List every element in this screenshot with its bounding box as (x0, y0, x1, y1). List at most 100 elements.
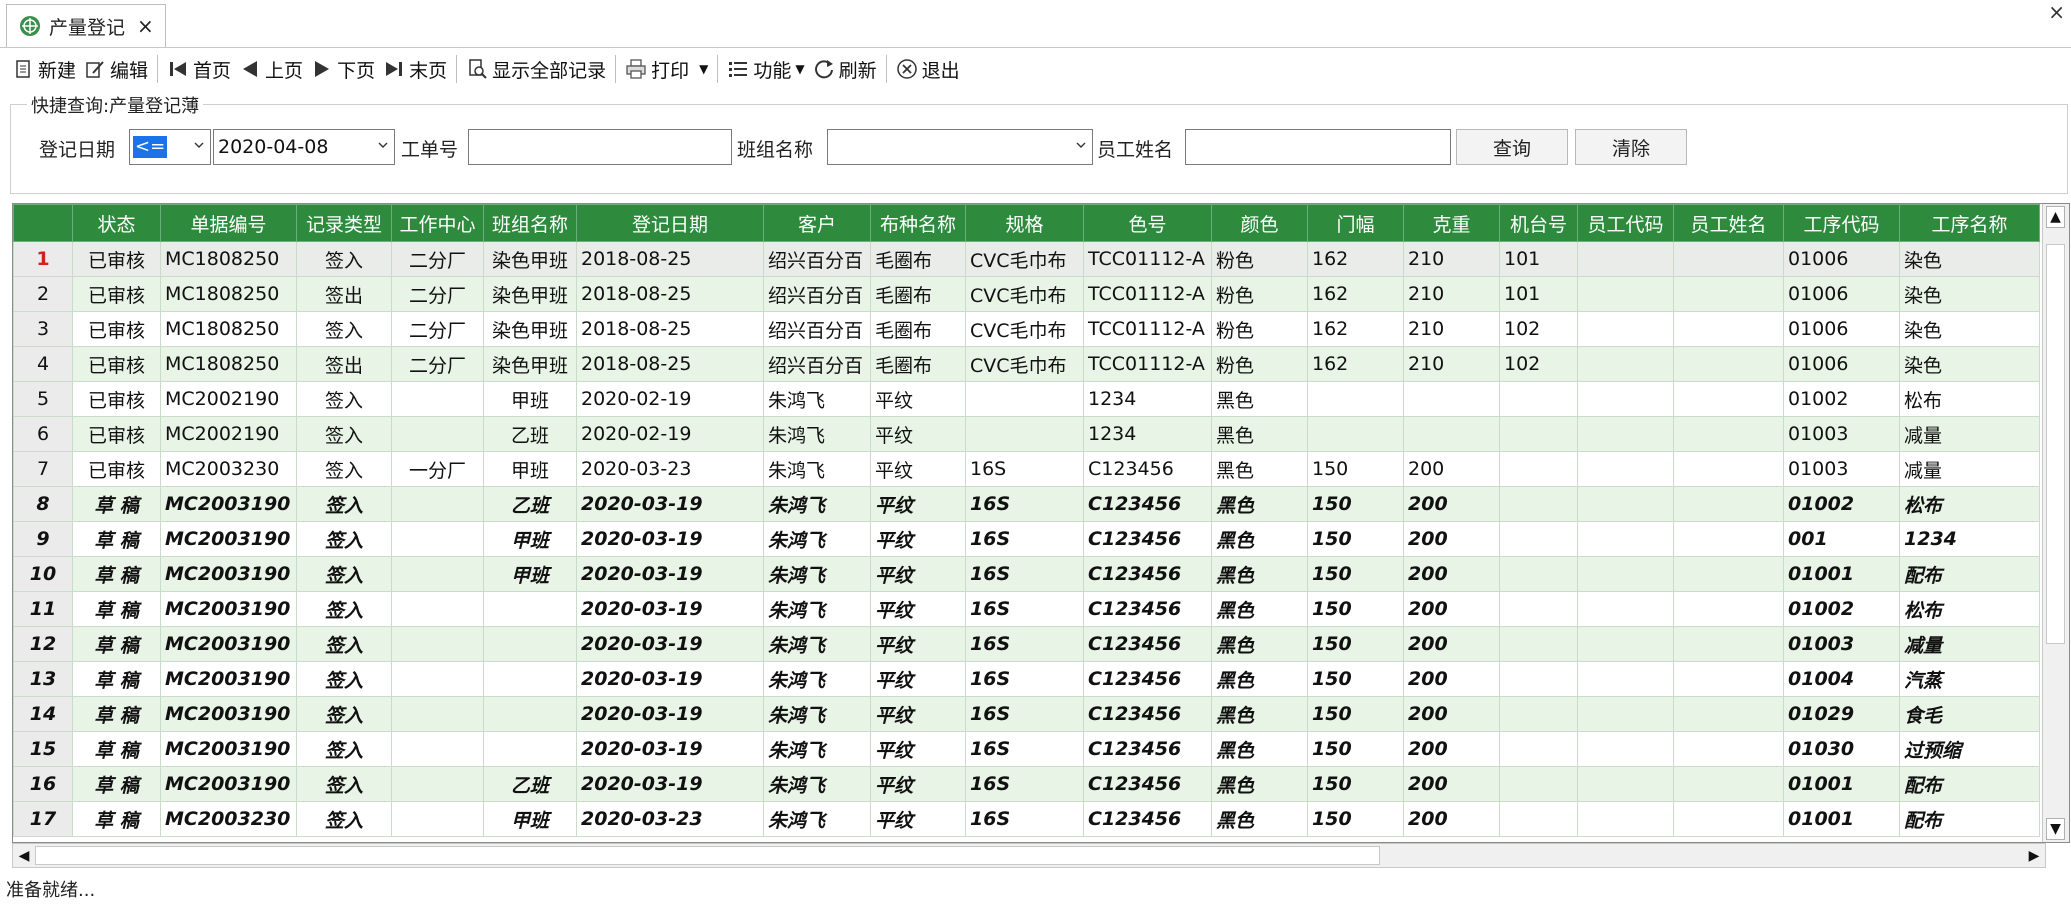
cell-proc-name[interactable]: 松布 (1899, 486, 2040, 522)
cell-fabric[interactable]: 毛圈布 (870, 241, 966, 277)
cell-weight[interactable]: 200 (1403, 451, 1500, 487)
cell-team[interactable]: 染色甲班 (483, 241, 577, 277)
cell-status[interactable]: 草 稿 (72, 801, 161, 837)
cell-weight[interactable]: 210 (1403, 241, 1500, 277)
cell-team[interactable] (483, 626, 577, 662)
cell-color-no[interactable]: C123456 (1083, 486, 1212, 522)
cell-emp-code[interactable] (1577, 766, 1674, 802)
cell-proc-code[interactable]: 01006 (1783, 311, 1900, 347)
cell-no[interactable]: MC1808250 (160, 311, 297, 347)
cell-color-no[interactable]: C123456 (1083, 556, 1212, 592)
tab-close-icon[interactable]: × (137, 14, 154, 38)
cell-date[interactable]: 2020-03-19 (576, 696, 764, 732)
cell-emp-name[interactable] (1673, 381, 1784, 417)
column-header[interactable]: 客户 (763, 204, 871, 242)
cell-center[interactable]: 二分厂 (391, 346, 484, 382)
cell-type[interactable]: 签出 (296, 276, 392, 312)
cell-team[interactable]: 乙班 (483, 486, 577, 522)
cell-proc-name[interactable]: 染色 (1899, 311, 2040, 347)
table-row[interactable]: 12 草 稿 MC2003190 签入 2020-03-19 朱鸿飞 平纹 16S C12345… (13, 626, 2040, 662)
cell-no[interactable]: MC1808250 (160, 241, 297, 277)
cell-width[interactable]: 150 (1307, 626, 1404, 662)
cell-color[interactable]: 黑色 (1211, 626, 1308, 662)
cell-status[interactable]: 草 稿 (72, 486, 161, 522)
cell-customer[interactable]: 朱鸿飞 (763, 626, 871, 662)
cell-emp-name[interactable] (1673, 311, 1784, 347)
cell-fabric[interactable]: 平纹 (870, 766, 966, 802)
cell-no[interactable]: MC2003190 (160, 486, 297, 522)
column-header[interactable]: 状态 (72, 204, 161, 242)
cell-team[interactable]: 染色甲班 (483, 276, 577, 312)
table-row[interactable]: 5 已审核 MC2002190 签入 甲班 2020-02-19 朱鸿飞 平纹 1234 黑色 01… (13, 381, 2040, 417)
cell-fabric[interactable]: 平纹 (870, 731, 966, 767)
cell-date[interactable]: 2020-03-19 (576, 556, 764, 592)
cell-center[interactable] (391, 416, 484, 452)
row-number[interactable]: 13 (13, 661, 73, 697)
cell-color[interactable]: 黑色 (1211, 556, 1308, 592)
cell-color-no[interactable]: C123456 (1083, 731, 1212, 767)
cell-proc-code[interactable]: 01004 (1783, 661, 1900, 697)
cell-customer[interactable]: 绍兴百分百 (763, 241, 871, 277)
cell-color-no[interactable]: C123456 (1083, 661, 1212, 697)
column-header[interactable]: 门幅 (1307, 204, 1404, 242)
cell-proc-code[interactable]: 01001 (1783, 766, 1900, 802)
cell-weight[interactable]: 200 (1403, 486, 1500, 522)
cell-team[interactable] (483, 591, 577, 627)
row-number[interactable]: 12 (13, 626, 73, 662)
table-row[interactable]: 16 草 稿 MC2003190 签入 乙班 2020-03-19 朱鸿飞 平纹 16S C123… (13, 766, 2040, 802)
cell-machine[interactable] (1499, 766, 1578, 802)
vertical-scrollbar[interactable]: ▲ ▼ (2042, 204, 2069, 842)
column-header[interactable]: 色号 (1083, 204, 1212, 242)
cell-proc-code[interactable]: 01003 (1783, 451, 1900, 487)
cell-center[interactable] (391, 626, 484, 662)
cell-color[interactable]: 黑色 (1211, 696, 1308, 732)
cell-status[interactable]: 草 稿 (72, 661, 161, 697)
cell-machine[interactable] (1499, 696, 1578, 732)
cell-status[interactable]: 草 稿 (72, 696, 161, 732)
cell-emp-name[interactable] (1673, 416, 1784, 452)
cell-spec[interactable]: CVC毛巾布 (965, 276, 1084, 312)
cell-emp-name[interactable] (1673, 731, 1784, 767)
cell-width[interactable] (1307, 381, 1404, 417)
column-header[interactable]: 工序代码 (1783, 204, 1900, 242)
first-page-button[interactable]: 首页 (163, 51, 235, 87)
cell-spec[interactable]: CVC毛巾布 (965, 346, 1084, 382)
cell-width[interactable]: 162 (1307, 311, 1404, 347)
cell-weight[interactable]: 200 (1403, 626, 1500, 662)
tab-production-register[interactable]: 产量登记 × (6, 4, 166, 47)
cell-proc-code[interactable]: 01002 (1783, 381, 1900, 417)
cell-weight[interactable]: 200 (1403, 731, 1500, 767)
cell-status[interactable]: 已审核 (72, 241, 161, 277)
cell-customer[interactable]: 朱鸿飞 (763, 801, 871, 837)
cell-emp-code[interactable] (1577, 346, 1674, 382)
cell-emp-name[interactable] (1673, 241, 1784, 277)
cell-weight[interactable]: 200 (1403, 521, 1500, 557)
cell-proc-code[interactable]: 01006 (1783, 241, 1900, 277)
cell-status[interactable]: 已审核 (72, 311, 161, 347)
cell-width[interactable] (1307, 416, 1404, 452)
cell-type[interactable]: 签入 (296, 521, 392, 557)
column-header[interactable]: 登记日期 (576, 204, 764, 242)
cell-fabric[interactable]: 平纹 (870, 661, 966, 697)
function-dropdown-icon[interactable]: ▼ (795, 62, 804, 76)
cell-spec[interactable]: 16S (965, 696, 1084, 732)
clear-button[interactable]: 清除 (1575, 129, 1687, 165)
cell-fabric[interactable]: 平纹 (870, 416, 966, 452)
scroll-down-icon[interactable]: ▼ (2046, 818, 2065, 840)
cell-machine[interactable] (1499, 626, 1578, 662)
scroll-up-icon[interactable]: ▲ (2046, 206, 2065, 228)
cell-type[interactable]: 签入 (296, 591, 392, 627)
work-order-input[interactable] (468, 129, 732, 165)
cell-emp-name[interactable] (1673, 346, 1784, 382)
cell-spec[interactable]: 16S (965, 801, 1084, 837)
table-row[interactable]: 6 已审核 MC2002190 签入 乙班 2020-02-19 朱鸿飞 平纹 1234 黑色 01… (13, 416, 2040, 452)
cell-customer[interactable]: 朱鸿飞 (763, 766, 871, 802)
cell-spec[interactable]: 16S (965, 521, 1084, 557)
cell-fabric[interactable]: 平纹 (870, 521, 966, 557)
scroll-left-icon[interactable]: ◀ (13, 845, 35, 866)
cell-fabric[interactable]: 平纹 (870, 801, 966, 837)
cell-emp-name[interactable] (1673, 276, 1784, 312)
cell-customer[interactable]: 朱鸿飞 (763, 731, 871, 767)
cell-machine[interactable] (1499, 486, 1578, 522)
new-button[interactable]: 新建 (8, 51, 80, 87)
